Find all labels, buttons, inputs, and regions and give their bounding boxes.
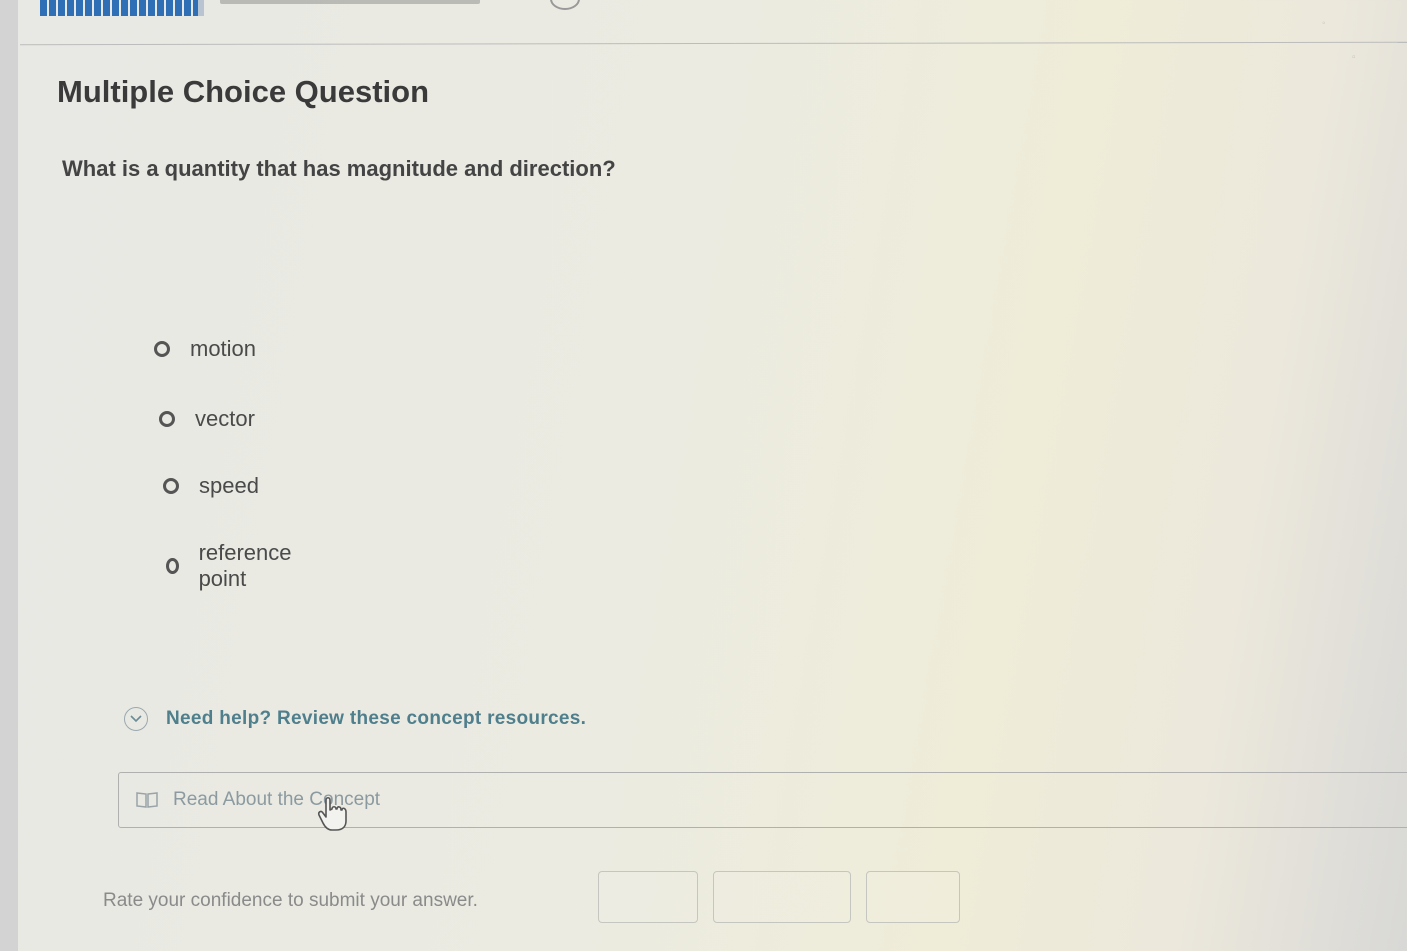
answer-option-label: motion: [190, 336, 257, 361]
header-divider: [20, 41, 1407, 46]
progress-bar-remaining: [197, 0, 206, 16]
chevron-down-circle-icon[interactable]: [124, 707, 148, 731]
question-prompt: What is a quantity that has magnitude an…: [62, 156, 616, 181]
window-edge: [0, 0, 18, 951]
hand-pointer-icon: [316, 796, 350, 832]
radio-button[interactable]: [163, 478, 179, 494]
answer-option-reference-point[interactable]: reference point: [166, 540, 295, 592]
confidence-prompt: Rate your confidence to submit your answ…: [103, 890, 478, 911]
book-icon: [135, 791, 159, 809]
radio-button[interactable]: [166, 558, 179, 574]
answer-option-label: reference point: [198, 540, 292, 591]
confidence-button-medium[interactable]: [713, 871, 851, 923]
corner-mark: ◦: [1322, 18, 1326, 29]
answer-option-label: speed: [199, 473, 259, 498]
question-type-title: Multiple Choice Question: [57, 74, 430, 109]
answer-option-label: vector: [195, 406, 255, 431]
concept-resources-toggle[interactable]: Need help? Review these concept resource…: [124, 707, 586, 731]
answer-option-motion[interactable]: motion: [154, 336, 256, 362]
answer-option-vector[interactable]: vector: [159, 406, 255, 432]
confidence-button-high[interactable]: [866, 871, 960, 923]
assignment-title-cropped: [220, 0, 480, 4]
confidence-button-low[interactable]: [598, 871, 698, 923]
concept-resources-label[interactable]: Need help? Review these concept resource…: [166, 708, 586, 730]
radio-button[interactable]: [154, 341, 170, 357]
progress-bar: [40, 0, 206, 16]
read-about-concept-button[interactable]: Read About the Concept: [118, 772, 1407, 828]
corner-mark: ▫: [1352, 52, 1356, 63]
progress-bar-fill: [40, 0, 198, 16]
status-circle-icon[interactable]: [550, 0, 580, 10]
radio-button[interactable]: [159, 411, 175, 427]
answer-option-speed[interactable]: speed: [163, 473, 259, 499]
